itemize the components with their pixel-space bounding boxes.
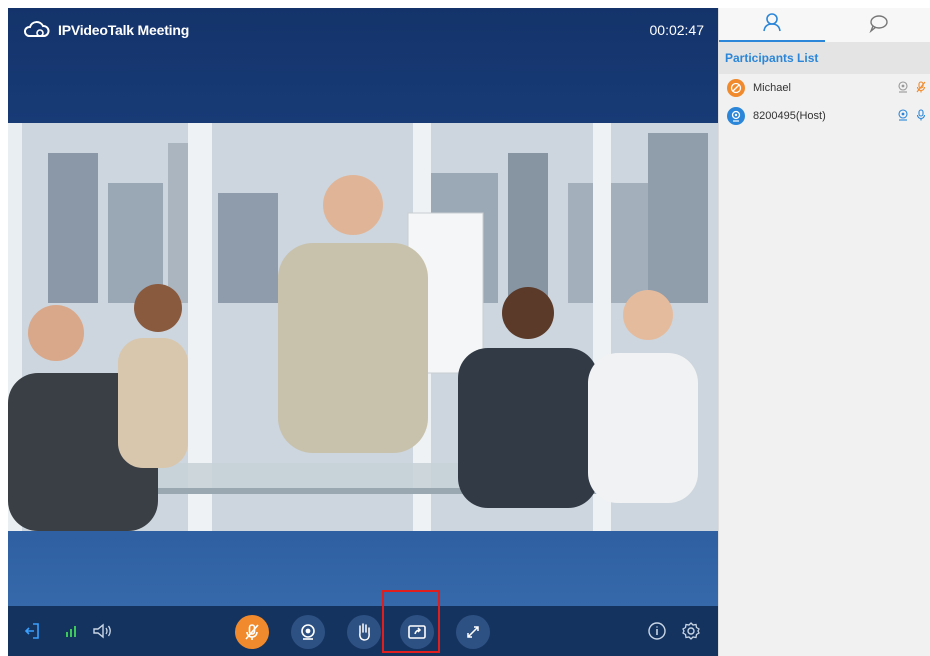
camera-button[interactable] (291, 615, 325, 649)
settings-icon[interactable] (679, 619, 703, 643)
chat-bubble-icon (867, 13, 889, 38)
video-stream (8, 123, 718, 531)
meeting-toolbar (8, 606, 718, 656)
mic-on-icon (915, 109, 927, 124)
person-icon (761, 11, 783, 38)
cloud-logo-icon (22, 20, 52, 40)
avatar (727, 79, 745, 97)
meeting-main-area: IPVideoTalk Meeting 00:02:47 (8, 8, 718, 656)
tab-chat[interactable] (825, 8, 930, 42)
sidebar-tabs (719, 8, 930, 42)
participant-row[interactable]: 8200495(Host) (719, 102, 930, 130)
app-title: IPVideoTalk Meeting (58, 22, 190, 38)
participants-list-title: Participants List (719, 42, 930, 74)
mute-mic-button[interactable] (235, 615, 269, 649)
participant-name: Michael (753, 82, 791, 94)
tab-participants[interactable] (719, 8, 825, 42)
fullscreen-button[interactable] (456, 615, 490, 649)
raise-hand-button[interactable] (347, 615, 381, 649)
meeting-timer: 00:02:47 (649, 22, 705, 38)
sidebar-panel: Participants List Michael 8200495(Host) (718, 8, 930, 656)
avatar (727, 107, 745, 125)
participant-row[interactable]: Michael (719, 74, 930, 102)
speaker-icon[interactable] (90, 619, 114, 643)
meeting-header: IPVideoTalk Meeting 00:02:47 (8, 8, 718, 52)
exit-icon[interactable] (20, 619, 44, 643)
mic-muted-icon (915, 81, 927, 96)
camera-on-icon (897, 109, 909, 124)
highlight-frame (382, 590, 440, 653)
info-icon[interactable] (645, 619, 669, 643)
camera-off-icon (897, 81, 909, 96)
participant-name: 8200495(Host) (753, 110, 826, 122)
signal-icon (60, 619, 84, 643)
